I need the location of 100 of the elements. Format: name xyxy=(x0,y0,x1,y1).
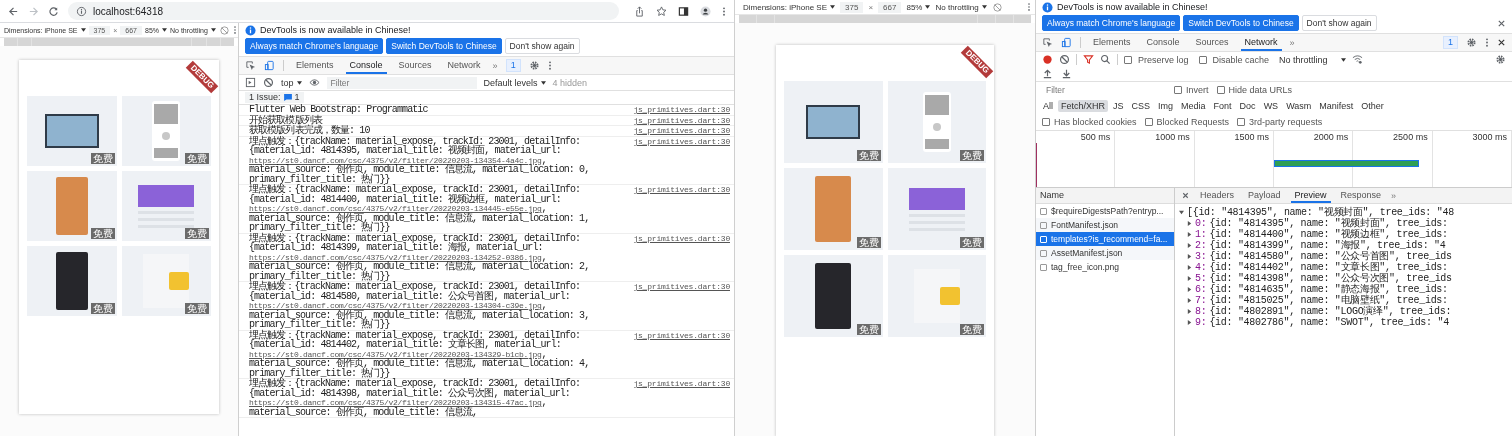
close-icon[interactable] xyxy=(1181,191,1190,200)
close-icon[interactable] xyxy=(1497,18,1506,28)
settings-icon[interactable] xyxy=(1466,37,1477,48)
checkbox[interactable] xyxy=(1216,86,1225,94)
url-link[interactable]: https://st0.dancf.com/csc/4375/v2/filter/20220203-134354-4a4c.jpg xyxy=(249,155,542,165)
template-card[interactable]: 免费 xyxy=(121,246,211,316)
checkbox[interactable] xyxy=(1174,86,1182,94)
type-filter-button[interactable]: Fetch/XHR xyxy=(1058,100,1109,112)
notice-button[interactable]: Switch DevTools to Chinese xyxy=(386,38,502,54)
template-card[interactable]: 免费 xyxy=(121,171,211,241)
expand-arrow-icon[interactable] xyxy=(1187,232,1192,237)
more-icon[interactable] xyxy=(547,60,552,71)
upload-icon[interactable] xyxy=(1042,68,1053,79)
notice-button[interactable]: Don't show again xyxy=(504,38,580,54)
width-field[interactable]: 375 xyxy=(840,1,864,13)
checkbox-label[interactable]: Hide data URLs xyxy=(1228,85,1293,95)
panel-tab[interactable]: Elements xyxy=(292,57,338,74)
template-card[interactable]: 免费 xyxy=(887,168,986,250)
detail-tab[interactable]: Response xyxy=(1336,188,1386,203)
checkbox-label[interactable]: Has blocked cookies xyxy=(1054,117,1137,127)
panel-tab[interactable]: Network xyxy=(1240,34,1282,51)
source-link[interactable]: js_primitives.dart:30 xyxy=(633,233,730,243)
network-conditions-icon[interactable] xyxy=(1351,54,1363,65)
detail-tab[interactable]: Preview xyxy=(1290,188,1331,203)
request-row[interactable]: AssetManifest.json xyxy=(1036,246,1174,260)
checkbox[interactable] xyxy=(1042,118,1050,126)
type-filter-button[interactable]: Other xyxy=(1358,100,1387,112)
request-row[interactable]: templates?is_recommend=fa... xyxy=(1036,232,1174,246)
expand-arrow-icon[interactable] xyxy=(1187,287,1192,292)
height-field[interactable]: 667 xyxy=(878,1,902,13)
template-card[interactable]: 免费 xyxy=(784,168,883,250)
star-icon[interactable] xyxy=(656,5,667,17)
source-link[interactable]: js_primitives.dart:30 xyxy=(633,105,730,115)
url-link[interactable]: https://st0.dancf.com/csc/4375/v2/filter/20220203-134252-0386.jpg xyxy=(249,252,542,262)
rotate-icon[interactable] xyxy=(991,1,1003,13)
device-dropdown[interactable]: Dimensions: iPhone SE xyxy=(743,2,836,12)
more-tabs[interactable]: » xyxy=(492,60,498,71)
source-link[interactable]: js_primitives.dart:30 xyxy=(633,185,730,195)
settings-icon[interactable] xyxy=(528,60,540,71)
type-filter-button[interactable]: Media xyxy=(1178,100,1209,112)
inspect-icon[interactable] xyxy=(1042,37,1053,48)
expand-arrow-icon[interactable] xyxy=(1187,243,1192,248)
search-icon[interactable] xyxy=(1100,54,1111,65)
issues-badge[interactable]: 1 xyxy=(505,59,521,72)
panel-tab[interactable]: Console xyxy=(345,57,387,74)
issues-button[interactable]: 1 Issue: 1 xyxy=(245,92,304,103)
checkbox-label[interactable]: Disable cache xyxy=(1212,54,1270,65)
more-tabs[interactable]: » xyxy=(1289,37,1295,48)
more-icon[interactable] xyxy=(1027,2,1031,12)
type-filter-button[interactable]: JS xyxy=(1110,100,1127,112)
profile-icon[interactable] xyxy=(700,5,711,17)
template-card[interactable]: 免费 xyxy=(784,81,883,163)
throttling-dropdown[interactable]: No throttling xyxy=(1279,54,1346,65)
settings-icon[interactable] xyxy=(1495,54,1506,65)
request-row[interactable]: FontManifest.json xyxy=(1036,218,1174,232)
back-icon[interactable] xyxy=(8,5,19,17)
type-filter-button[interactable]: Manifest xyxy=(1316,100,1357,112)
type-filter-button[interactable]: All xyxy=(1040,100,1056,112)
expand-arrow-icon[interactable] xyxy=(1187,254,1192,259)
url-link[interactable]: https://st0.dancf.com/csc/4375/v2/filter/20220203-134445-e55e.jpg xyxy=(249,204,542,213)
levels-dropdown[interactable]: Default levels xyxy=(483,77,546,88)
close-icon[interactable] xyxy=(1497,38,1506,47)
info-icon[interactable] xyxy=(76,5,87,17)
type-filter-button[interactable]: Img xyxy=(1155,100,1177,112)
panel-tab[interactable]: Sources xyxy=(1191,34,1233,51)
checkbox[interactable] xyxy=(1144,118,1153,126)
checkbox-label[interactable]: Invert xyxy=(1186,85,1209,95)
sidebar-icon[interactable] xyxy=(678,5,689,17)
issues-badge[interactable]: 1 xyxy=(1443,36,1458,49)
checkbox[interactable] xyxy=(1198,55,1207,64)
url-link[interactable]: https://st0.dancf.com/csc/4375/v2/filter/20220203-134304-c39e.jpg xyxy=(249,301,542,310)
notice-button[interactable]: Always match Chrome's language xyxy=(1042,15,1181,31)
expand-arrow-icon[interactable] xyxy=(1187,309,1192,314)
device-icon[interactable] xyxy=(264,60,275,71)
expand-arrow-icon[interactable] xyxy=(1187,298,1192,303)
timeline-overview[interactable]: 500 ms 1000 ms 1500 ms 2000 ms 2500 ms 3000 ms xyxy=(1036,131,1512,188)
clear-icon[interactable] xyxy=(263,77,274,88)
filter-field[interactable]: Filter xyxy=(326,76,477,89)
checkbox-label[interactable]: Preserve log xyxy=(1138,54,1189,65)
notice-button[interactable]: Don't show again xyxy=(1301,15,1377,31)
template-card[interactable]: 免费 xyxy=(887,81,986,163)
context-dropdown[interactable]: top xyxy=(281,77,302,88)
panel-tab[interactable]: Elements xyxy=(1089,34,1135,51)
column-header[interactable]: Name xyxy=(1036,188,1174,204)
expand-arrow-icon[interactable] xyxy=(1187,276,1192,281)
filter-icon[interactable] xyxy=(1083,54,1094,65)
type-filter-button[interactable]: Wasm xyxy=(1283,100,1315,112)
expand-arrow-icon[interactable] xyxy=(1187,320,1192,325)
notice-button[interactable]: Always match Chrome's language xyxy=(245,38,384,54)
record-icon[interactable] xyxy=(1042,54,1053,65)
sidebar-toggle-icon[interactable] xyxy=(245,77,256,88)
eye-icon[interactable] xyxy=(308,77,320,88)
detail-tab[interactable]: Headers xyxy=(1196,188,1239,203)
download-icon[interactable] xyxy=(1061,68,1072,79)
url-link[interactable]: https://st0.dancf.com/csc/4375/v2/filter/20220203-134315-47ac.jpg xyxy=(249,398,542,407)
checkbox[interactable] xyxy=(1124,55,1132,64)
source-link[interactable]: js_primitives.dart:30 xyxy=(633,115,730,125)
source-link[interactable]: js_primitives.dart:30 xyxy=(633,136,730,146)
checkbox-label[interactable]: Blocked Requests xyxy=(1156,117,1230,127)
url-link[interactable]: https://st0.dancf.com/csc/4375/v2/filter/20220203-134329-b1cb.jpg xyxy=(249,349,542,359)
